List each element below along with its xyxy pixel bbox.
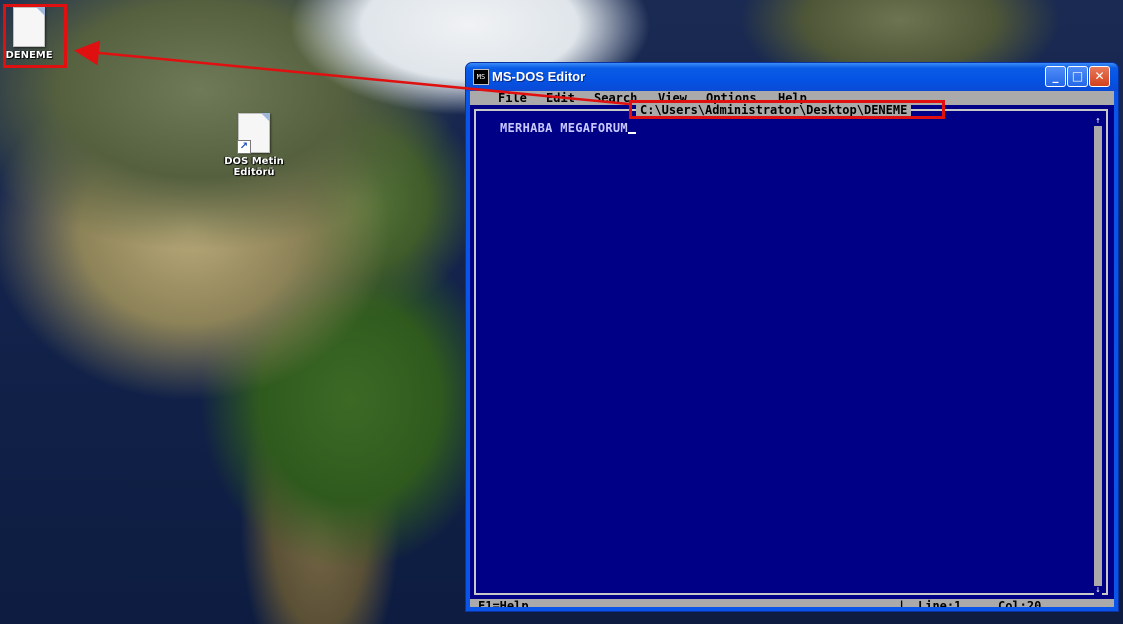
maximize-button[interactable]: □ — [1067, 66, 1088, 87]
annotation-box-file-path — [629, 100, 945, 119]
status-separator: | — [898, 599, 906, 607]
status-help-hint[interactable]: F1=Help — [478, 599, 529, 607]
document-shortcut-icon: ↗ — [237, 113, 270, 154]
text-cursor — [627, 132, 636, 134]
close-button[interactable]: ✕ — [1089, 66, 1110, 87]
vertical-scrollbar[interactable]: ↑ ↓ — [1094, 117, 1102, 595]
scroll-up-arrow-icon[interactable]: ↑ — [1094, 117, 1102, 126]
status-line: Line:1 — [918, 599, 962, 607]
annotation-box-deneme-icon — [3, 4, 67, 68]
editor-text-area[interactable]: MERHABA MEGAFORUM ↑ ↓ C:\Users\Administr… — [470, 104, 1114, 599]
text-line-1[interactable]: MERHABA MEGAFORUM — [500, 121, 636, 135]
status-bar: F1=Help | Line:1 Col:20 — [470, 599, 1114, 607]
desktop-icon-label: DOS Metin Editörü — [216, 156, 292, 178]
shortcut-arrow-icon: ↗ — [237, 140, 251, 154]
desktop-icon-dos-metin-editoru[interactable]: ↗ DOS Metin Editörü — [216, 113, 292, 178]
editor-client-area: File Edit Search View Options Help MERHA… — [470, 91, 1114, 607]
desktop-icon-label-line1: DOS Metin — [224, 156, 284, 167]
menu-edit[interactable]: Edit — [546, 91, 575, 105]
minimize-button[interactable]: _ — [1045, 66, 1066, 87]
scroll-down-arrow-icon[interactable]: ↓ — [1094, 586, 1102, 595]
menu-file[interactable]: File — [498, 91, 527, 105]
window-titlebar[interactable]: MS MS-DOS Editor _ □ ✕ — [466, 63, 1118, 91]
window-title: MS-DOS Editor — [492, 69, 586, 84]
desktop-icon-label-line2: Editörü — [233, 167, 275, 178]
status-col: Col:20 — [998, 599, 1042, 607]
text-line-content: MERHABA MEGAFORUM — [500, 121, 628, 135]
editor-frame: MERHABA MEGAFORUM ↑ ↓ — [474, 109, 1108, 595]
ms-dos-app-icon[interactable]: MS — [473, 69, 489, 85]
ms-dos-editor-window: MS MS-DOS Editor _ □ ✕ File Edit Search … — [465, 62, 1119, 612]
